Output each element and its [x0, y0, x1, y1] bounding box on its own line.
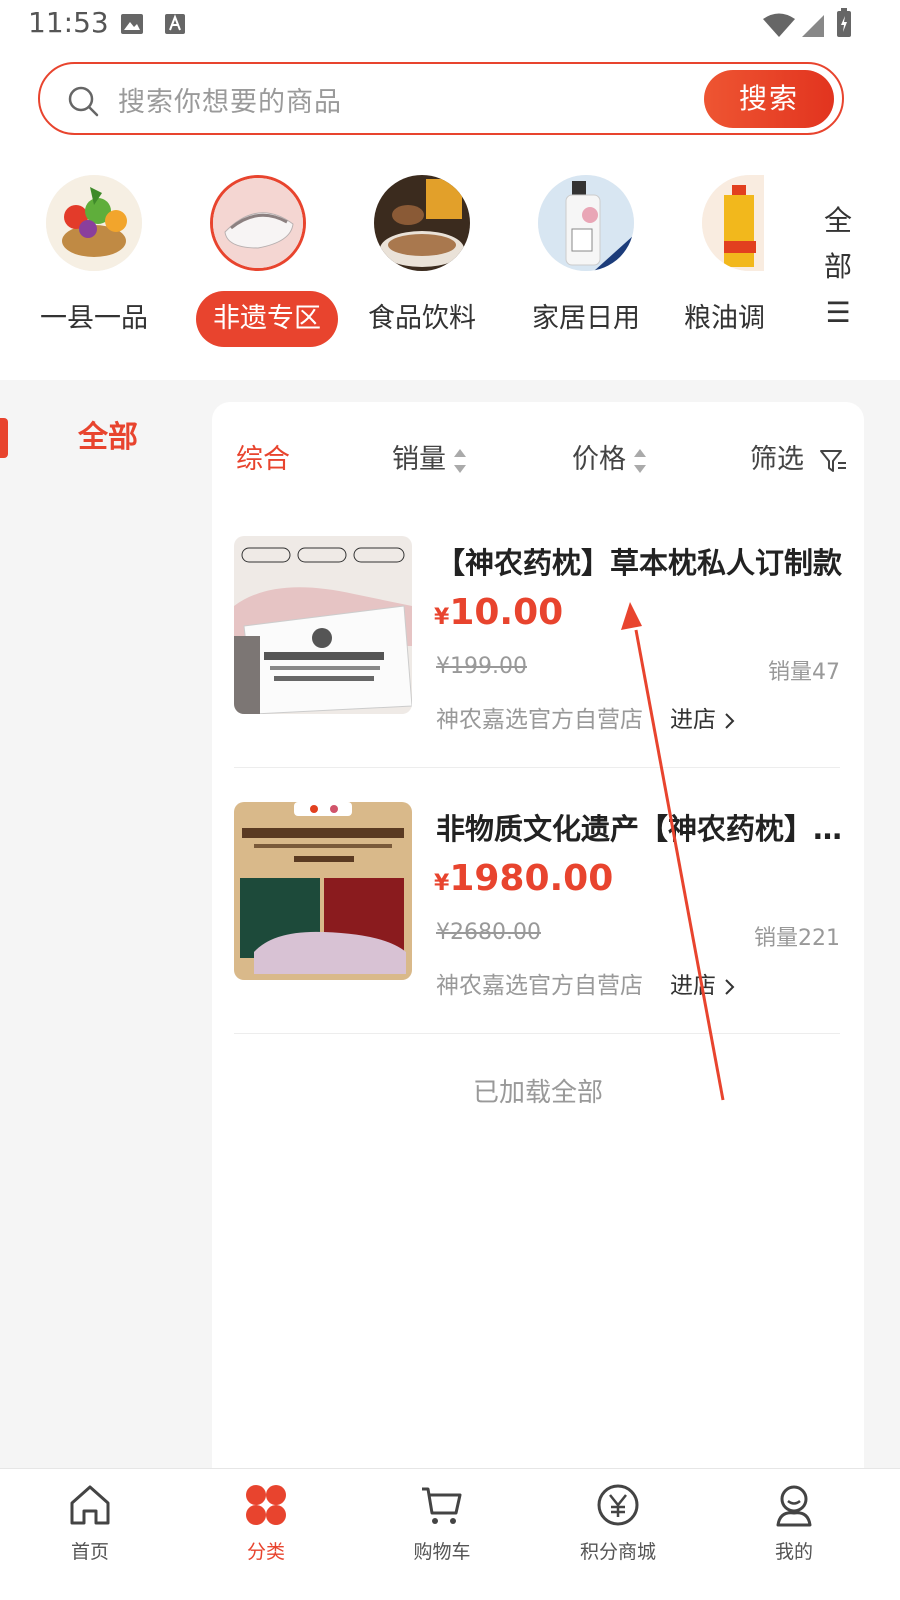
filter-button[interactable]: 筛选 — [750, 432, 847, 488]
app-notification-icon — [165, 14, 185, 34]
sidebar-item-all[interactable]: 全部 — [58, 410, 158, 466]
search-input[interactable]: 搜索你想要的商品 — [118, 80, 342, 119]
product-original-price: ¥199.00 — [436, 654, 527, 679]
sort-bar: 综合 销量 价格 筛选 — [212, 432, 864, 488]
status-time: 11:53 — [28, 6, 109, 39]
bottom-tab-bar: 首页 分类 购物车 积分商城 我的 — [0, 1468, 900, 1600]
category-label: 粮油调 — [684, 303, 765, 334]
tab-profile[interactable]: 我的 — [724, 1481, 864, 1591]
product-title[interactable]: 非物质文化遗产【神农药枕】礼盒装 — [436, 806, 846, 848]
product-price: ¥10.00 — [434, 592, 564, 633]
search-bar[interactable]: 搜索你想要的商品 搜索 — [38, 62, 844, 135]
battery-icon — [837, 8, 851, 37]
wifi-icon — [763, 13, 795, 37]
chevron-right-icon — [725, 712, 735, 729]
enter-shop-link[interactable]: 进店 — [670, 966, 735, 1000]
category-strip: 一县一品 非遗专区 食品饮料 家居日用 粮油调 全 部 ☰ — [0, 160, 900, 370]
sort-price[interactable]: 价格 — [572, 432, 646, 488]
search-icon — [68, 86, 99, 117]
tab-cart[interactable]: 购物车 — [372, 1481, 512, 1591]
tab-points-mall[interactable]: 积分商城 — [548, 1481, 688, 1591]
chevron-right-icon — [725, 978, 735, 995]
tab-category[interactable]: 分类 — [196, 1481, 336, 1591]
vegetable-basket-image — [46, 175, 142, 271]
category-item[interactable]: 家居日用 — [506, 175, 666, 355]
filter-icon — [819, 449, 846, 472]
category-label: 家居日用 — [532, 303, 640, 334]
cooking-oil-image — [702, 175, 764, 271]
product-price: ¥1980.00 — [434, 858, 614, 899]
product-shop-name: 神农嘉选官方自营店 — [436, 707, 643, 733]
list-end-text: 已加载全部 — [472, 1078, 603, 1108]
pillow-image — [210, 175, 306, 271]
cart-icon — [422, 1487, 462, 1524]
product-sales: 销量47 — [768, 660, 840, 685]
sort-arrows-icon — [634, 448, 646, 474]
enter-shop-link[interactable]: 进店 — [670, 700, 735, 734]
search-button[interactable]: 搜索 — [704, 70, 834, 128]
profile-icon — [776, 1485, 812, 1527]
sort-arrows-icon — [454, 448, 466, 474]
sort-comprehensive[interactable]: 综合 — [236, 432, 290, 488]
category-item[interactable]: 一县一品 — [14, 175, 174, 355]
tab-home[interactable]: 首页 — [20, 1481, 160, 1591]
product-original-price: ¥2680.00 — [436, 920, 541, 945]
category-label: 一县一品 — [40, 303, 148, 334]
category-item[interactable]: 食品饮料 — [342, 175, 502, 355]
divider — [234, 1033, 840, 1034]
points-yen-icon — [597, 1484, 639, 1526]
image-notification-icon — [121, 14, 143, 34]
product-image[interactable] — [234, 802, 412, 980]
food-bowl-image — [374, 175, 470, 271]
menu-icon: ☰ — [825, 296, 851, 329]
category-label: 食品饮料 — [368, 303, 476, 334]
category-item[interactable]: 粮油调 — [670, 175, 766, 355]
product-shop-name: 神农嘉选官方自营店 — [436, 973, 643, 999]
all-categories-button[interactable]: 全 部 ☰ — [818, 198, 858, 336]
home-icon — [70, 1485, 110, 1525]
divider — [234, 767, 840, 768]
product-title[interactable]: 【神农药枕】草本枕私人订制款 — [436, 540, 846, 582]
sidebar-active-indicator — [0, 418, 8, 458]
product-sales: 销量221 — [754, 926, 840, 951]
sort-sales[interactable]: 销量 — [392, 432, 466, 488]
status-bar: 11:53 — [0, 0, 900, 50]
product-image[interactable] — [234, 536, 412, 714]
body-wash-image — [538, 175, 634, 271]
product-card[interactable]: 非物质文化遗产【神农药枕】礼盒装 ¥1980.00 ¥2680.00 销量221… — [234, 802, 846, 1068]
category-item-active[interactable]: 非遗专区 — [178, 175, 338, 355]
category-label: 非遗专区 — [196, 291, 338, 347]
signal-icon — [802, 15, 824, 37]
category-icon — [246, 1485, 286, 1525]
product-card[interactable]: 【神农药枕】草本枕私人订制款 ¥10.00 ¥199.00 销量47 神农嘉选官… — [234, 536, 842, 802]
product-panel: 综合 销量 价格 筛选 【神农药枕】草本枕私人订制款 ¥10.00 ¥199.0… — [212, 402, 864, 1502]
